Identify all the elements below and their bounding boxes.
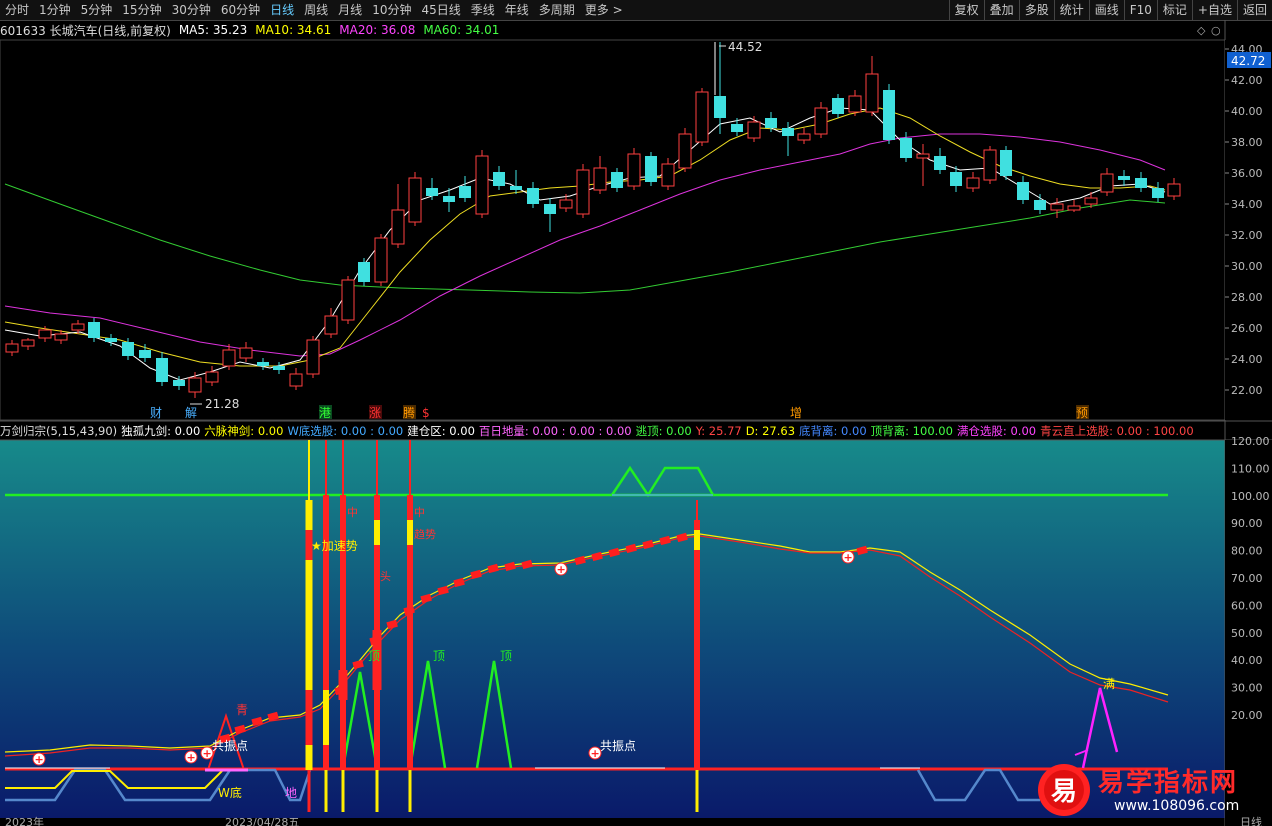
logo-glyph: 易 [1051, 777, 1077, 807]
time-label: 2023年 [5, 815, 44, 826]
annotation-label: 顶 [500, 649, 512, 663]
logo-url: www.108096.com [1114, 798, 1240, 814]
indicator-value: W底选股: 0.00 : 0.00 [287, 424, 404, 438]
indicator-value: 顶背离: 100.00 [870, 424, 953, 438]
candle [627, 148, 641, 190]
candle [678, 128, 692, 172]
price-tick: 30.00 [1231, 260, 1263, 273]
candle [645, 152, 657, 186]
price-tick: 24.00 [1231, 353, 1263, 366]
price-tick: 40.00 [1231, 105, 1263, 118]
current-price-label: 42.72 [1231, 54, 1265, 68]
plus-circle-icon: + [554, 562, 568, 576]
event-marker[interactable]: 港 [319, 406, 331, 420]
candle [695, 88, 709, 146]
price-tick: 26.00 [1231, 322, 1263, 335]
candle [341, 276, 355, 324]
svg-text:+: + [203, 747, 212, 760]
candle [306, 336, 320, 378]
indicator-tick: 50.00 [1231, 627, 1263, 640]
kline-chart[interactable]: 44.0042.0040.0038.0036.0034.0032.0030.00… [0, 0, 1272, 826]
indicator-value: 底背离: 0.00 [799, 424, 867, 438]
annotation-label: 青 [236, 703, 248, 717]
indicator-tick: 90.00 [1231, 517, 1263, 530]
indicator-value: 百日地量: 0.00 : 0.00 : 0.00 [478, 424, 632, 438]
annotation-label: 中 [347, 506, 358, 519]
event-marker[interactable]: 腾 [403, 405, 415, 420]
indicator-value: 万剑归宗(5,15,43,90) [0, 424, 118, 438]
plus-circle-icon: + [184, 750, 198, 764]
annotation-label: 顶 [433, 649, 445, 663]
indicator-tick: 110.00 [1231, 462, 1270, 475]
annotation-label: 头 [380, 570, 391, 583]
candle [983, 146, 997, 184]
annotation-label: 共振点 [600, 739, 636, 753]
indicator-tick: 70.00 [1231, 572, 1263, 585]
indicator-tick: 80.00 [1231, 545, 1263, 558]
annotation-label: 满 [1103, 677, 1115, 691]
circle-icon[interactable]: ○ [1211, 24, 1221, 37]
candle [1000, 146, 1012, 180]
indicator-tick: 120.00 [1231, 435, 1270, 448]
svg-text:+: + [591, 747, 600, 760]
event-marker[interactable]: 预 [1076, 406, 1088, 420]
indicator-value: 建仓区: 0.00 [407, 424, 475, 438]
high-price-label: 44.52 [728, 40, 762, 54]
indicator-value: D: 27.63 [745, 424, 796, 438]
watermark-logo: 易 易学指标网 www.108096.com [1036, 760, 1248, 820]
price-tick: 38.00 [1231, 136, 1263, 149]
indicator-value: Y: 25.77 [695, 424, 742, 438]
candle [358, 258, 370, 286]
time-label: 2023/04/28五 [225, 816, 299, 826]
indicator-tick: 100.00 [1231, 490, 1270, 503]
annotation-label: 趋势 [414, 528, 436, 541]
svg-text:+: + [35, 753, 44, 766]
annotation-label: 共振点 [212, 739, 248, 753]
diamond-icon[interactable]: ◇ [1197, 24, 1206, 37]
annotation-label: 顶 [368, 649, 380, 663]
event-marker[interactable]: 增 [790, 406, 802, 420]
logo-text: 易学指标网 [1098, 768, 1239, 798]
indicator-value: 满仓选股: 0.00 [956, 424, 1037, 438]
event-marker[interactable]: 财 [150, 406, 162, 420]
indicator-info-bar: 万剑归宗(5,15,43,90) 独孤九剑: 0.00 六脉神剑: 0.00 W底选股… [0, 422, 1225, 440]
indicator-tick: 40.00 [1231, 654, 1263, 667]
svg-text:+: + [557, 563, 566, 576]
event-marker[interactable]: 涨 [369, 405, 381, 420]
indicator-tick: 60.00 [1231, 599, 1263, 612]
annotation-label: W底 [218, 785, 242, 800]
plus-circle-icon: + [841, 550, 855, 564]
price-tick: 36.00 [1231, 167, 1263, 180]
annotation-label: 中 [414, 506, 425, 519]
candle [576, 164, 590, 218]
indicator-tick: 20.00 [1231, 709, 1263, 722]
indicator-value: 逃顶: 0.00 [635, 424, 692, 438]
annotation-label: 地 [285, 786, 297, 800]
price-tick: 42.00 [1231, 74, 1263, 87]
candle [475, 150, 489, 218]
plus-circle-icon: + [32, 752, 46, 766]
low-price-label: 21.28 [205, 397, 239, 411]
price-tick: 34.00 [1231, 198, 1263, 211]
candle [408, 172, 422, 226]
event-marker[interactable]: $ [422, 406, 430, 420]
price-tick: 32.00 [1231, 229, 1263, 242]
indicator-value: 青云直上选股: 0.00 : 100.00 [1040, 424, 1194, 438]
event-marker[interactable]: 解 [185, 406, 197, 420]
indicator-value: 六脉神剑: 0.00 [204, 424, 284, 438]
price-tick: 22.00 [1231, 384, 1263, 397]
indicator-tick: 30.00 [1231, 682, 1263, 695]
annotation-label: ★加速势 [311, 539, 358, 553]
svg-text:+: + [844, 551, 853, 564]
candle [883, 84, 895, 144]
svg-text:+: + [187, 751, 196, 764]
price-tick: 28.00 [1231, 291, 1263, 304]
candle [374, 234, 388, 286]
indicator-value: 独孤九剑: 0.00 [121, 424, 201, 438]
